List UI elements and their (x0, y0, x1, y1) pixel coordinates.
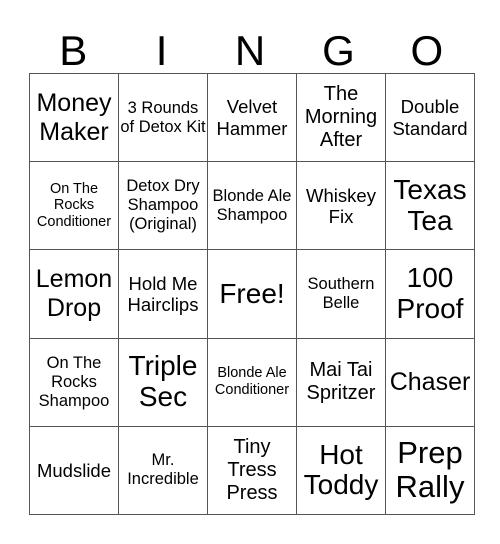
bingo-cell-text: 100 Proof (396, 262, 464, 324)
bingo-cell[interactable]: Double Standard (385, 72, 475, 163)
bingo-cell[interactable]: Chaser (385, 337, 475, 427)
bingo-cell[interactable]: On The Rocks Shampoo (29, 337, 119, 427)
bingo-cell-text: Hold Me Hairclips (127, 272, 199, 315)
bingo-cell[interactable]: Free! (207, 249, 297, 339)
header-letter-o: O (410, 27, 444, 74)
bingo-cell-text: Detox Dry Shampoo (Original) (126, 177, 200, 234)
bingo-row: Money Maker 3 Rounds of Detox Kit Velvet H… (29, 72, 475, 163)
bingo-row: On The Rocks Conditioner Detox Dry Shampo… (29, 161, 475, 251)
bingo-cell-text: Tiny Tress Press (226, 435, 278, 504)
bingo-cell-text: On The Rocks Conditioner (36, 180, 112, 231)
bingo-cell-text: On The Rocks Shampoo (38, 353, 110, 410)
bingo-cell[interactable]: Prep Rally (385, 425, 475, 516)
bingo-cell[interactable]: Hot Toddy (296, 425, 386, 516)
bingo-cell-text: Lemon Drop (35, 265, 113, 322)
bingo-cell[interactable]: Velvet Hammer (207, 72, 297, 163)
bingo-cell[interactable]: Triple Sec (118, 337, 208, 427)
bingo-cell-text: Blonde Ale Shampoo (212, 186, 292, 224)
bingo-cell[interactable]: Mr. Incredible (118, 425, 208, 516)
bingo-cell-text: Free! (219, 277, 285, 309)
bingo-cell-text: 3 Rounds of Detox Kit (120, 98, 206, 136)
bingo-cell[interactable]: Blonde Ale Conditioner (207, 337, 297, 427)
header-letter-g: G (322, 27, 355, 74)
bingo-cell[interactable]: Whiskey Fix (296, 161, 386, 251)
bingo-cell-text: Money Maker (36, 88, 112, 146)
bingo-cell[interactable]: Hold Me Hairclips (118, 249, 208, 339)
bingo-cell[interactable]: The Morning After (296, 72, 386, 163)
bingo-cell[interactable]: 3 Rounds of Detox Kit (118, 72, 208, 163)
bingo-cell-text: Chaser (389, 367, 471, 396)
bingo-cell-text: Blonde Ale Conditioner (214, 365, 290, 399)
bingo-cell[interactable]: Southern Belle (296, 249, 386, 339)
header-letter-n: N (234, 27, 266, 74)
bingo-cell-text: Texas Tea (393, 173, 467, 236)
bingo-cell[interactable]: Money Maker (29, 72, 119, 163)
bingo-cell-text: Prep Rally (395, 435, 465, 505)
bingo-cell-text: Double Standard (392, 96, 468, 139)
bingo-row: Lemon Drop Hold Me Hairclips Free! Southern… (29, 249, 475, 339)
bingo-header: B I N G O (29, 28, 471, 73)
bingo-cell-text: Mai Tai Spritzer (306, 359, 376, 405)
bingo-cell[interactable]: Texas Tea (385, 161, 475, 251)
bingo-cell[interactable]: Tiny Tress Press (207, 425, 297, 516)
bingo-cell[interactable]: Blonde Ale Shampoo (207, 161, 297, 251)
bingo-card: Money Maker 3 Rounds of Detox Kit Velvet H… (29, 72, 475, 516)
bingo-cell-text: Hot Toddy (303, 438, 379, 501)
bingo-row: On The Rocks Shampoo Triple Sec Blonde Ale… (29, 337, 475, 427)
bingo-cell-text: Velvet Hammer (216, 96, 288, 139)
bingo-cell-text: Whiskey Fix (306, 184, 376, 227)
bingo-cell[interactable]: On The Rocks Conditioner (29, 161, 119, 251)
bingo-cell[interactable]: 100 Proof (385, 249, 475, 339)
header-letter-b: B (59, 27, 88, 74)
bingo-cell-text: Mudslide (36, 459, 112, 481)
bingo-cell-text: Southern Belle (307, 275, 375, 312)
bingo-cell[interactable]: Lemon Drop (29, 249, 119, 339)
bingo-cell[interactable]: Mudslide (29, 425, 119, 516)
bingo-cell-text: Triple Sec (128, 350, 198, 413)
bingo-cell[interactable]: Mai Tai Spritzer (296, 337, 386, 427)
bingo-cell-text: Mr. Incredible (127, 451, 199, 489)
header-letter-i: I (155, 27, 168, 74)
bingo-cell[interactable]: Detox Dry Shampoo (Original) (118, 161, 208, 251)
bingo-row: Mudslide Mr. Incredible Tiny Tress Press Ho… (29, 425, 475, 516)
bingo-cell-text: The Morning After (304, 83, 378, 152)
